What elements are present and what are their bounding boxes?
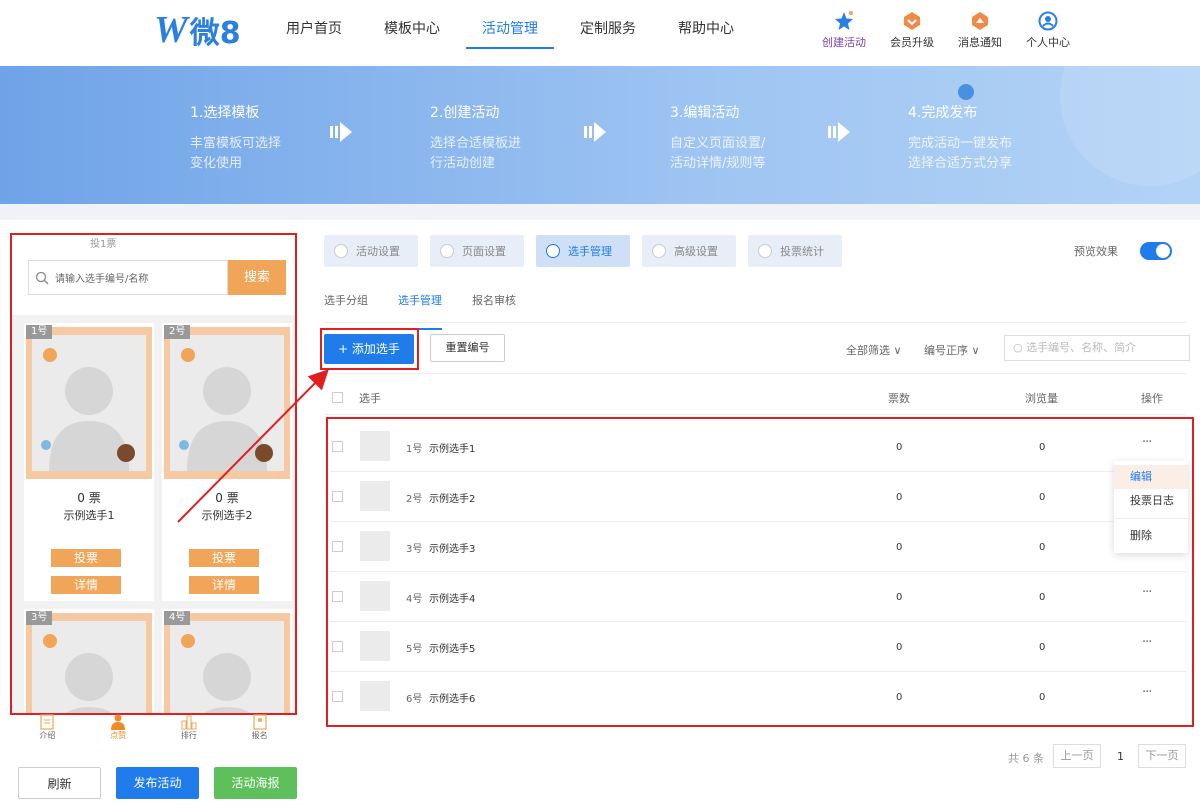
- annotation-arrow: [177, 369, 329, 523]
